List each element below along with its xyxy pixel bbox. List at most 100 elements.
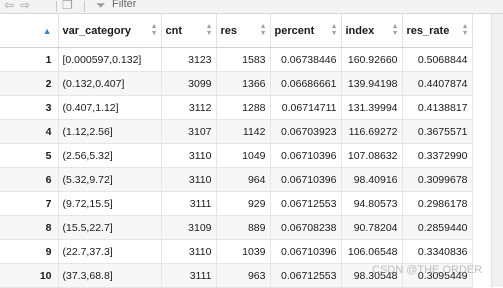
- sort-arrows-icon: ▲ ▼: [205, 23, 213, 37]
- row-number: 3: [0, 95, 59, 120]
- row-number: 5: [0, 143, 59, 168]
- back-arrow-icon[interactable]: ⇦: [4, 0, 14, 12]
- cell-res-rate: 0.2986178: [402, 191, 473, 216]
- cell-percent: 0.06710396: [270, 239, 342, 264]
- sort-arrows-icon: ▲ ▼: [259, 23, 267, 37]
- cell-res-rate: 0.4138817: [402, 95, 473, 120]
- cell-index: 131.39994: [341, 95, 403, 120]
- table-row: 4 (1.12,2.56] 3107 1142 0.06703923 116.6…: [0, 119, 473, 144]
- cell-cnt: 3111: [161, 191, 217, 216]
- cell-index: 116.69272: [341, 119, 403, 144]
- cell-index: 94.80573: [341, 191, 403, 216]
- data-viewer-toolbar: ⇦ ⇨ ❐ ⏷ Filter: [0, 0, 503, 14]
- column-header-label: res_rate: [406, 24, 450, 37]
- row-number: 4: [0, 119, 59, 144]
- cell-res: 1583: [216, 47, 271, 72]
- vertical-scrollbar[interactable]: [491, 14, 503, 287]
- column-header-label: index: [345, 24, 375, 37]
- data-table-area: ▲ var_category ▲ ▼ cnt ▲ ▼ res ▲ ▼ percent ▲ ▼ i…: [0, 14, 503, 288]
- cell-percent: 0.06703923: [270, 119, 342, 144]
- cell-res: 929: [216, 191, 271, 216]
- cell-cnt: 3109: [161, 215, 217, 240]
- filter-icon[interactable]: ⏷: [96, 0, 106, 12]
- column-header-label: var_category: [62, 24, 132, 37]
- cell-var-category: (5.32,9.72]: [58, 167, 162, 192]
- forward-arrow-icon[interactable]: ⇨: [20, 0, 30, 12]
- row-number: 6: [0, 167, 59, 192]
- row-number: 9: [0, 239, 59, 264]
- row-number: 1: [0, 47, 59, 72]
- cell-var-category: (9.72,15.5]: [58, 191, 162, 216]
- cell-percent: 0.06712553: [270, 263, 342, 288]
- cell-percent: 0.06710396: [270, 167, 342, 192]
- cell-index: 98.40916: [341, 167, 403, 192]
- column-header-label: percent: [274, 24, 315, 37]
- column-header-percent[interactable]: percent ▲ ▼: [270, 14, 342, 48]
- cell-percent: 0.06738446: [270, 47, 342, 72]
- cell-var-category: (37.3,68.8]: [58, 263, 162, 288]
- cell-res: 1288: [216, 95, 271, 120]
- cell-index: 139.94198: [341, 71, 403, 96]
- cell-percent: 0.06710396: [270, 143, 342, 168]
- table-row: 3 (0.407,1.12] 3112 1288 0.06714711 131.…: [0, 95, 473, 120]
- cell-index: 90.78204: [341, 215, 403, 240]
- sort-arrows-icon: ▲ ▼: [391, 23, 399, 37]
- header-row: ▲ var_category ▲ ▼ cnt ▲ ▼ res ▲ ▼ percent ▲ ▼ i…: [0, 14, 473, 48]
- cell-var-category: [0.000597,0.132]: [58, 47, 162, 72]
- table-row: 5 (2.56,5.32] 3110 1049 0.06710396 107.0…: [0, 143, 473, 168]
- column-header-index[interactable]: index ▲ ▼: [341, 14, 403, 48]
- column-header-res-rate[interactable]: res_rate ▲ ▼: [402, 14, 473, 48]
- pop-out-window-icon[interactable]: ❐: [62, 0, 73, 12]
- row-number: 7: [0, 191, 59, 216]
- cell-cnt: 3099: [161, 71, 217, 96]
- toolbar-divider: [56, 1, 57, 12]
- cell-percent: 0.06714711: [270, 95, 342, 120]
- cell-var-category: (2.56,5.32]: [58, 143, 162, 168]
- row-number: 10: [0, 263, 59, 288]
- cell-var-category: (1.12,2.56]: [58, 119, 162, 144]
- cell-percent: 0.06686661: [270, 71, 342, 96]
- cell-var-category: (0.132,0.407]: [58, 71, 162, 96]
- column-header-label: res: [220, 24, 238, 37]
- filter-label[interactable]: Filter: [112, 0, 136, 11]
- cell-res-rate: 0.2859440: [402, 215, 473, 240]
- cell-res: 1142: [216, 119, 271, 144]
- cell-index: 107.08632: [341, 143, 403, 168]
- cell-cnt: 3111: [161, 263, 217, 288]
- table-row: 8 (15.5,22.7] 3109 889 0.06708238 90.782…: [0, 215, 473, 240]
- row-index-header[interactable]: ▲: [0, 14, 59, 48]
- table-row: 9 (22.7,37.3] 3110 1039 0.06710396 106.0…: [0, 239, 473, 264]
- column-header-cnt[interactable]: cnt ▲ ▼: [161, 14, 217, 48]
- cell-var-category: (22.7,37.3]: [58, 239, 162, 264]
- table-row: 1 [0.000597,0.132] 3123 1583 0.06738446 …: [0, 47, 473, 72]
- cell-cnt: 3110: [161, 167, 217, 192]
- table-row: 2 (0.132,0.407] 3099 1366 0.06686661 139…: [0, 71, 473, 96]
- sort-arrows-icon: ▲ ▼: [330, 23, 338, 37]
- row-number: 2: [0, 71, 59, 96]
- cell-res: 964: [216, 167, 271, 192]
- cell-percent: 0.06712553: [270, 191, 342, 216]
- table-row: 6 (5.32,9.72] 3110 964 0.06710396 98.409…: [0, 167, 473, 192]
- toolbar-divider: [84, 1, 85, 12]
- cell-res-rate: 0.3340836: [402, 239, 473, 264]
- cell-cnt: 3110: [161, 239, 217, 264]
- cell-res: 963: [216, 263, 271, 288]
- column-header-label: cnt: [165, 24, 183, 37]
- cell-res: 1049: [216, 143, 271, 168]
- cell-res: 1366: [216, 71, 271, 96]
- cell-res-rate: 0.3675571: [402, 119, 473, 144]
- column-header-res[interactable]: res ▲ ▼: [216, 14, 271, 48]
- watermark: CSDN @THE ORDER: [372, 264, 483, 276]
- cell-var-category: (0.407,1.12]: [58, 95, 162, 120]
- cell-index: 160.92660: [341, 47, 403, 72]
- cell-cnt: 3112: [161, 95, 217, 120]
- cell-res: 1039: [216, 239, 271, 264]
- cell-cnt: 3123: [161, 47, 217, 72]
- cell-res-rate: 0.5068844: [402, 47, 473, 72]
- column-header-var-category[interactable]: var_category ▲ ▼: [58, 14, 162, 48]
- cell-res: 889: [216, 215, 271, 240]
- cell-index: 106.06548: [341, 239, 403, 264]
- cell-cnt: 3110: [161, 143, 217, 168]
- cell-res-rate: 0.3372990: [402, 143, 473, 168]
- cell-cnt: 3107: [161, 119, 217, 144]
